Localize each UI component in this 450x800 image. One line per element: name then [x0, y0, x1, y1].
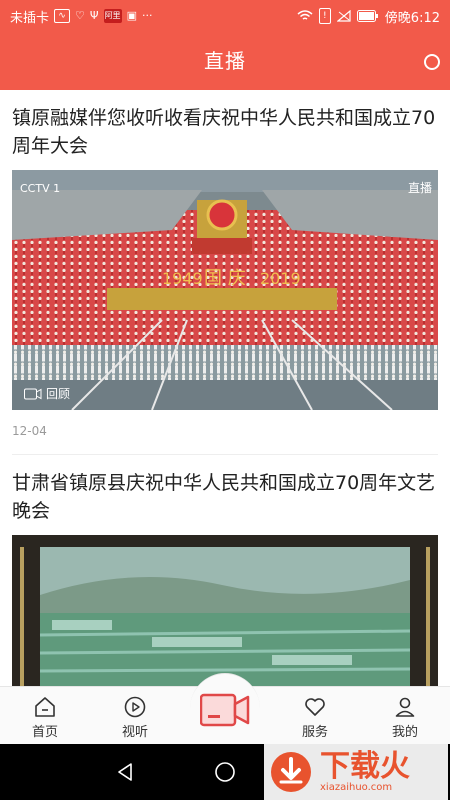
tab-home-label: 首页	[31, 725, 58, 740]
page-title: 直播	[204, 49, 246, 73]
watermark: 下载火 xiazaihuo.com	[264, 744, 448, 800]
feed-card-title[interactable]: 甘肃省镇原县庆祝中华人民共和国成立70周年文艺晚会	[12, 455, 438, 525]
replay-badge: 回顾	[24, 385, 70, 402]
banner-year-left: 1949	[162, 269, 203, 288]
heart-icon	[305, 698, 325, 716]
live-tag: 直播	[408, 181, 432, 195]
app-badge: 阿里	[103, 9, 122, 23]
tab-audio-video-label: 视听	[121, 725, 148, 740]
replay-label: 回顾	[46, 387, 71, 401]
battery-icon	[356, 10, 378, 22]
banner-year-right: 2019	[260, 269, 301, 288]
chart-notification-icon: ∿	[54, 9, 71, 23]
user-icon	[395, 697, 415, 717]
play-icon	[124, 696, 146, 718]
wifi-icon	[297, 10, 313, 20]
stage-image	[12, 535, 438, 686]
status-bar: 未插卡 ∿ ♡ Ψ 阿里 ▣ ··· ! 傍晚6:12	[0, 0, 450, 32]
parade-image: 1949 国 庆 2019 CCTV 1 直播	[12, 170, 438, 410]
tab-audio-video[interactable]: 视听	[90, 687, 180, 745]
feed-card-date: 12-04	[12, 424, 47, 438]
banner-text-center: 国 庆	[204, 268, 246, 289]
home-nav-icon[interactable]	[213, 760, 237, 784]
tab-mine[interactable]: 我的	[360, 687, 450, 745]
feed-card-thumbnail[interactable]: 1949 国 庆 2019 CCTV 1 直播 回顾	[12, 170, 438, 410]
download-logo-icon	[271, 752, 311, 792]
tab-live[interactable]	[185, 673, 265, 745]
video-replay-icon	[24, 388, 42, 399]
heartbeat-icon: ♡	[75, 9, 85, 22]
status-left: 未插卡 ∿ ♡ Ψ 阿里 ▣ ···	[10, 0, 152, 32]
status-right: ! 傍晚6:12	[297, 0, 440, 32]
feed-card-thumbnail[interactable]	[12, 535, 438, 686]
tab-services-label: 服务	[301, 725, 328, 740]
app-header: 直播	[0, 32, 450, 90]
video-camera-icon	[200, 693, 250, 727]
more-notifications-icon: ···	[141, 9, 153, 22]
bag-icon: ▣	[126, 9, 137, 22]
home-icon	[35, 697, 55, 717]
watermark-title: 下载火	[320, 748, 410, 784]
tab-home[interactable]: 首页	[0, 687, 90, 745]
feed-card-title[interactable]: 镇原融媒伴您收听收看庆祝中华人民共和国成立70周年大会	[12, 90, 438, 160]
tab-services[interactable]: 服务	[270, 687, 360, 745]
usb-icon: Ψ	[89, 9, 99, 22]
live-feed[interactable]: 镇原融媒伴您收听收看庆祝中华人民共和国成立70周年大会 1949 国 庆 201…	[0, 90, 450, 686]
sim-alert-icon: !	[318, 8, 331, 24]
tab-mine-label: 我的	[391, 725, 418, 740]
feed-card[interactable]: 镇原融媒伴您收听收看庆祝中华人民共和国成立70周年大会 1949 国 庆 201…	[0, 90, 450, 455]
back-icon[interactable]	[113, 760, 137, 784]
feed-card[interactable]: 甘肃省镇原县庆祝中华人民共和国成立70周年文艺晚会	[0, 455, 450, 686]
header-circle-icon[interactable]	[424, 54, 440, 70]
bottom-tab-bar: 首页 视听 服务 我的	[0, 673, 450, 745]
channel-logo: CCTV 1	[20, 182, 60, 195]
status-time: 傍晚6:12	[384, 10, 440, 26]
carrier-label: 未插卡	[10, 10, 50, 26]
no-signal-icon	[336, 10, 351, 22]
